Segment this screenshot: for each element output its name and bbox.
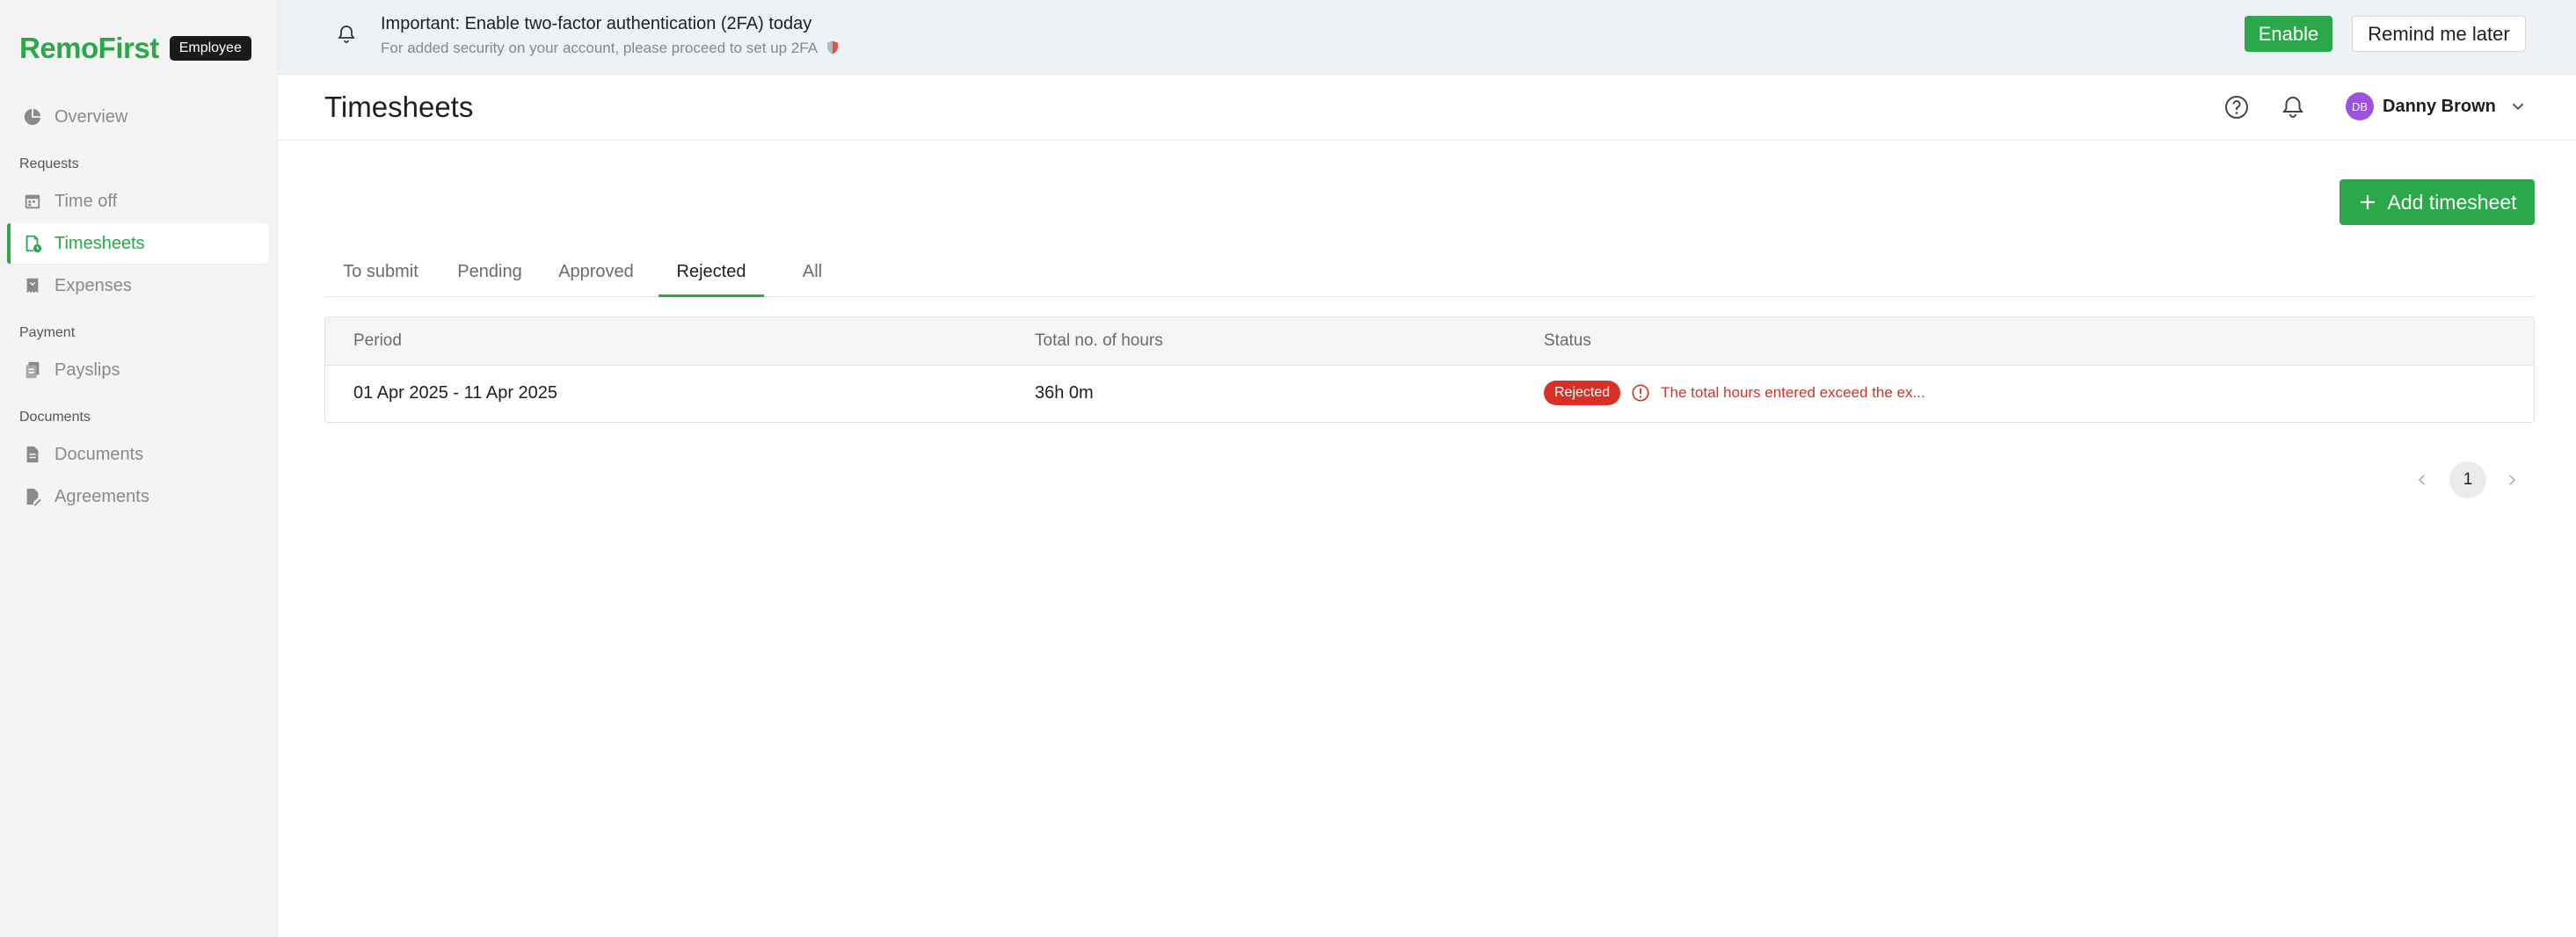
tab-approved[interactable]: Approved [544, 262, 648, 297]
sidebar-item-label: Payslips [55, 360, 120, 380]
bell-icon [338, 25, 355, 43]
status-cell: Rejected The total hours entered exceed … [1544, 381, 1925, 405]
status-badge: Rejected [1544, 381, 1621, 405]
receipt-icon [26, 278, 39, 294]
calendar-icon [25, 194, 40, 209]
tab-rejected[interactable]: Rejected [659, 262, 764, 297]
sidebar-section-documents: Documents [19, 410, 91, 425]
pie-chart-icon [24, 108, 41, 126]
sidebar-item-expenses[interactable]: Expenses [7, 265, 269, 306]
tab-pending[interactable]: Pending [444, 262, 535, 297]
sidebar-item-timesheets[interactable]: Timesheets [7, 223, 269, 264]
sidebar-item-label: Time off [55, 191, 118, 211]
sidebar-item-label: Agreements [55, 486, 149, 506]
period-cell: 01 Apr 2025 - 11 Apr 2025 [353, 383, 558, 403]
two-factor-banner: Important: Enable two-factor authenticat… [278, 0, 2576, 75]
page-title: Timesheets [324, 91, 474, 123]
brand: RemoFirst Employee [19, 32, 251, 65]
timesheets-table: Period Total no. of hours Status 01 Apr … [324, 316, 2535, 423]
banner-subtitle: For added security on your account, plea… [381, 40, 840, 57]
chevron-right-icon[interactable] [2504, 472, 2520, 488]
payslip-icon [25, 361, 40, 379]
shield-icon [826, 40, 838, 54]
tab-to-submit[interactable]: To submit [324, 262, 437, 297]
chevron-down-icon [2512, 103, 2524, 111]
banner-title: Important: Enable two-factor authenticat… [381, 14, 812, 33]
agreement-icon [26, 488, 41, 506]
sidebar-section-payment: Payment [19, 325, 76, 340]
page-header: Timesheets DB Danny Brown [278, 75, 2576, 141]
status-tabs: To submit Pending Approved Rejected All [324, 255, 2535, 297]
remofirst-logo[interactable]: RemoFirst [19, 32, 159, 65]
sidebar-item-documents[interactable]: Documents [7, 434, 269, 475]
remind-me-later-button[interactable]: Remind me later [2352, 16, 2526, 52]
chevron-left-icon[interactable] [2414, 472, 2430, 488]
table-row[interactable]: 01 Apr 2025 - 11 Apr 2025 36h 0m Rejecte… [325, 366, 2534, 422]
role-badge: Employee [169, 36, 251, 61]
column-total-hours[interactable]: Total no. of hours [1035, 331, 1163, 351]
page-number[interactable]: 1 [2449, 461, 2486, 498]
column-status[interactable]: Status [1544, 331, 1591, 351]
enable-2fa-button[interactable]: Enable [2245, 16, 2332, 52]
sidebar-item-label: Expenses [55, 275, 132, 295]
plus-icon [2361, 195, 2376, 209]
add-timesheet-button[interactable]: Add timesheet [2340, 179, 2535, 225]
sidebar-item-agreements[interactable]: Agreements [7, 476, 269, 517]
hours-cell: 36h 0m [1035, 383, 1094, 403]
alert-circle-icon[interactable] [1631, 383, 1650, 403]
notifications-icon[interactable] [2279, 93, 2307, 121]
avatar: DB [2346, 92, 2374, 120]
add-timesheet-label: Add timesheet [2387, 190, 2517, 214]
help-icon[interactable] [2223, 93, 2251, 121]
sidebar-item-label: Timesheets [55, 233, 145, 253]
timesheet-icon [25, 235, 42, 253]
sidebar-item-overview[interactable]: Overview [7, 97, 269, 137]
sidebar-item-label: Documents [55, 444, 144, 464]
sidebar-item-payslips[interactable]: Payslips [7, 350, 269, 390]
user-menu[interactable]: DB Danny Brown [2346, 92, 2528, 120]
rejection-reason[interactable]: The total hours entered exceed the ex... [1661, 384, 1925, 402]
document-icon [26, 446, 39, 463]
column-period[interactable]: Period [353, 331, 402, 351]
sidebar: RemoFirst Employee Overview Requests Tim… [0, 0, 278, 937]
sidebar-section-requests: Requests [19, 156, 79, 171]
table-header: Period Total no. of hours Status [325, 317, 2534, 366]
tab-all[interactable]: All [773, 262, 852, 297]
sidebar-item-label: Overview [55, 106, 128, 127]
sidebar-item-time-off[interactable]: Time off [7, 181, 269, 222]
banner-subtitle-text: For added security on your account, plea… [381, 40, 818, 56]
user-name: Danny Brown [2383, 96, 2496, 116]
